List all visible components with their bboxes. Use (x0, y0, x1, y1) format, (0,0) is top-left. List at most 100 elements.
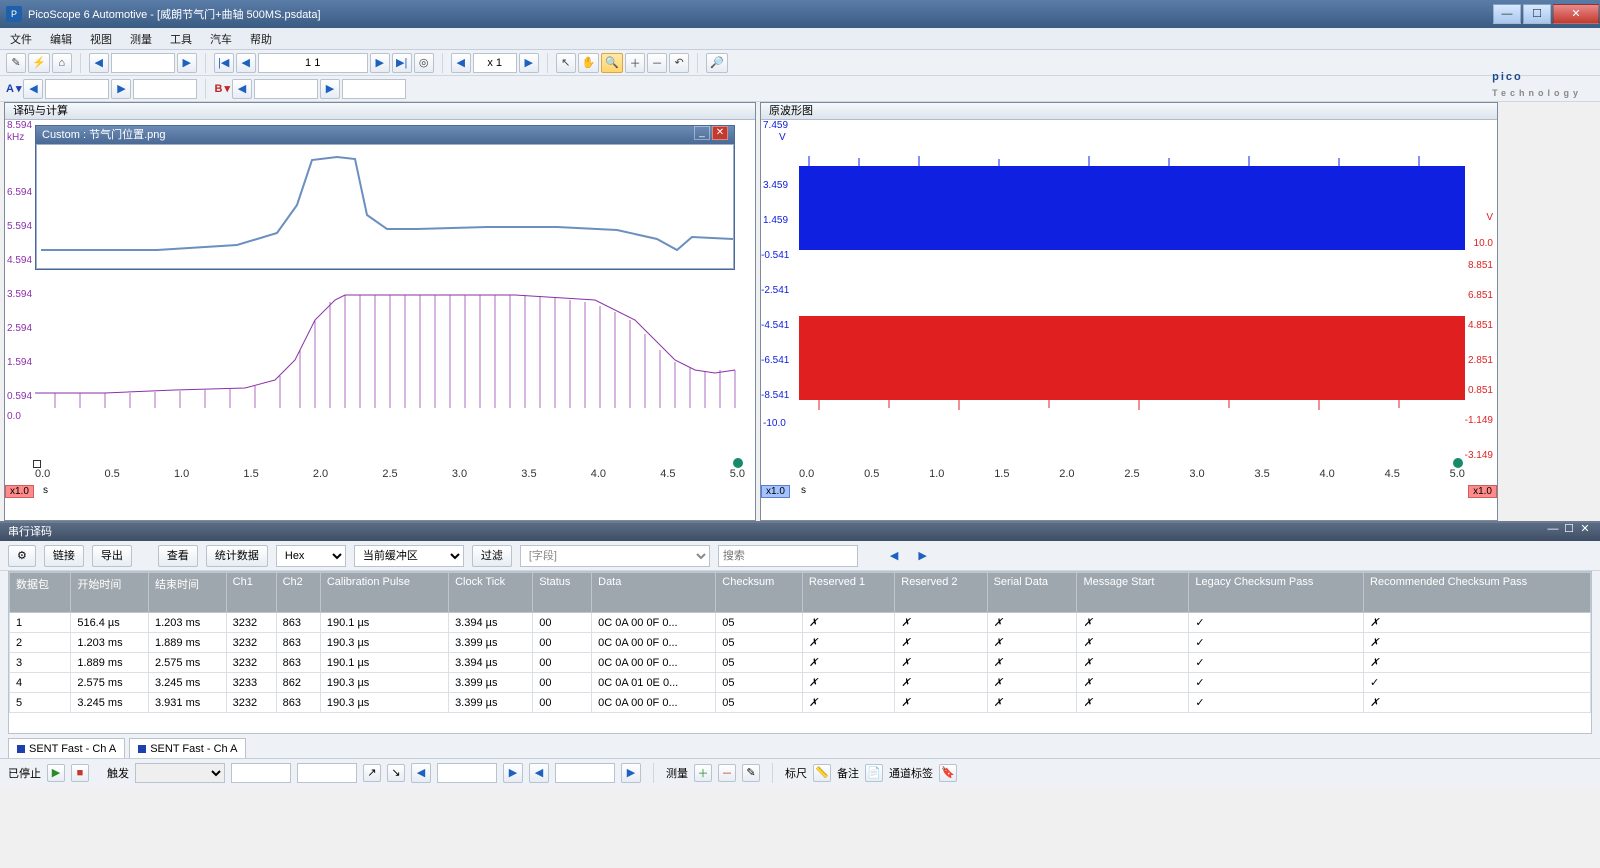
stop-icon[interactable]: ■ (71, 764, 89, 782)
zoom-box-icon[interactable]: 🔍 (601, 53, 623, 73)
raw-plot-area[interactable]: 7.459 V 3.459 1.459 -0.541 -2.541 -4.541… (761, 120, 1497, 520)
panel-max-icon[interactable]: ☐ (1562, 523, 1576, 537)
col-header[interactable]: Clock Tick (449, 573, 533, 613)
maximize-button[interactable]: ☐ (1523, 4, 1551, 24)
target-icon[interactable]: ◎ (414, 53, 434, 73)
nav-prev-icon[interactable]: ◀ (884, 549, 904, 562)
decode-table[interactable]: 数据包开始时间结束时间Ch1Ch2Calibration PulseClock … (8, 571, 1592, 734)
table-row[interactable]: 21.203 ms1.889 ms3232863190.3 µs3.399 µs… (10, 633, 1591, 653)
table-row[interactable]: 31.889 ms2.575 ms3232863190.1 µs3.394 µs… (10, 653, 1591, 673)
dropdown-icon[interactable]: ▾ (16, 82, 22, 95)
trig-prev[interactable]: ◀ (411, 763, 431, 783)
menu-tool[interactable]: 工具 (170, 31, 192, 47)
field-select[interactable]: [字段] (520, 545, 710, 567)
timebase-input[interactable] (111, 53, 175, 73)
search-input[interactable] (718, 545, 858, 567)
col-header[interactable]: Checksum (716, 573, 803, 613)
decode-panel-tab[interactable]: 译码与计算 (5, 103, 755, 120)
edge-fall-icon[interactable]: ↘ (387, 764, 405, 782)
col-header[interactable]: Ch2 (276, 573, 320, 613)
col-header[interactable]: Message Start (1077, 573, 1189, 613)
run-icon[interactable]: ▶ (47, 764, 65, 782)
home-icon[interactable]: ⌂ (52, 53, 72, 73)
zoom-in-icon[interactable]: ＋ (625, 53, 645, 73)
page-next[interactable]: ▶ (370, 53, 390, 73)
chan-a-range[interactable] (45, 79, 109, 99)
start-marker[interactable] (33, 460, 41, 468)
lightning-icon[interactable]: ⚡ (28, 53, 50, 73)
col-header[interactable]: 开始时间 (71, 573, 149, 613)
menu-automotive[interactable]: 汽车 (210, 31, 232, 47)
page-prev[interactable]: ◀ (236, 53, 256, 73)
col-header[interactable]: Reserved 1 (802, 573, 894, 613)
page-input[interactable] (258, 53, 368, 73)
end-marker[interactable] (1453, 458, 1463, 468)
col-header[interactable]: Legacy Checksum Pass (1189, 573, 1364, 613)
stats-button[interactable]: 统计数据 (206, 545, 268, 567)
col-header[interactable]: 数据包 (10, 573, 71, 613)
table-row[interactable]: 53.245 ms3.931 ms3232863190.3 µs3.399 µs… (10, 693, 1591, 713)
trigger-field2[interactable] (297, 763, 357, 783)
col-header[interactable]: Ch1 (226, 573, 276, 613)
chan-a-coupling[interactable] (133, 79, 197, 99)
ruler-icon[interactable]: 📏 (813, 764, 831, 782)
panel-close-icon[interactable]: ✕ (1578, 523, 1592, 537)
notes-icon[interactable]: 📄 (865, 764, 883, 782)
zoom-next[interactable]: ▶ (519, 53, 539, 73)
tab-sent-a[interactable]: SENT Fast - Ch A (8, 738, 125, 758)
menu-edit[interactable]: 编辑 (50, 31, 72, 47)
nav-next-icon[interactable]: ▶ (912, 549, 932, 562)
inset-close[interactable]: ✕ (712, 126, 728, 140)
format-select[interactable]: Hex (276, 545, 346, 567)
measure-add-icon[interactable]: ＋ (694, 764, 712, 782)
menu-measure[interactable]: 测量 (130, 31, 152, 47)
undo-zoom-icon[interactable]: ↶ (669, 53, 689, 73)
end-marker[interactable] (733, 458, 743, 468)
table-row[interactable]: 42.575 ms3.245 ms3233862190.3 µs3.399 µs… (10, 673, 1591, 693)
col-header[interactable]: Data (592, 573, 716, 613)
measure-del-icon[interactable]: － (718, 764, 736, 782)
trig-val[interactable] (437, 763, 497, 783)
filter-button[interactable]: 过滤 (472, 545, 512, 567)
channel-b-label[interactable]: B (214, 83, 222, 95)
inset-minimize[interactable]: _ (694, 126, 710, 140)
hand-pan-icon[interactable]: ✋ (578, 53, 600, 73)
export-button[interactable]: 导出 (92, 545, 132, 567)
col-header[interactable]: Status (533, 573, 592, 613)
wand-icon[interactable]: ✎ (6, 53, 26, 73)
col-header[interactable]: Calibration Pulse (320, 573, 448, 613)
menu-view[interactable]: 视图 (90, 31, 112, 47)
trigger-select[interactable] (135, 763, 225, 783)
col-header[interactable]: Reserved 2 (895, 573, 987, 613)
link-button[interactable]: 链接 (44, 545, 84, 567)
zoom-prev[interactable]: ◀ (451, 53, 471, 73)
dropdown-icon[interactable]: ▾ (224, 82, 230, 95)
nav-first[interactable]: ◀ (89, 53, 109, 73)
trig-next2[interactable]: ▶ (621, 763, 641, 783)
col-header[interactable]: 结束时间 (148, 573, 226, 613)
menu-file[interactable]: 文件 (10, 31, 32, 47)
trig-val2[interactable] (555, 763, 615, 783)
page-first[interactable]: |◀ (214, 53, 234, 73)
trig-next[interactable]: ▶ (503, 763, 523, 783)
inset-titlebar[interactable]: Custom : 节气门位置.png _ ✕ (36, 126, 734, 144)
menu-help[interactable]: 帮助 (250, 31, 272, 47)
gear-icon[interactable]: ⚙ (8, 545, 36, 567)
view-button[interactable]: 查看 (158, 545, 198, 567)
table-row[interactable]: 1516.4 µs1.203 ms3232863190.1 µs3.394 µs… (10, 613, 1591, 633)
trigger-field1[interactable] (231, 763, 291, 783)
custom-inset-window[interactable]: Custom : 节气门位置.png _ ✕ (35, 125, 735, 270)
chan-b-range[interactable] (254, 79, 318, 99)
col-header[interactable]: Recommended Checksum Pass (1364, 573, 1591, 613)
serial-title[interactable]: 串行译码 — ☐ ✕ (0, 523, 1600, 541)
nav-next[interactable]: ▶ (177, 53, 197, 73)
trig-prev2[interactable]: ◀ (529, 763, 549, 783)
close-button[interactable]: ✕ (1553, 4, 1599, 24)
buffer-select[interactable]: 当前缓冲区 (354, 545, 464, 567)
pointer-icon[interactable]: ↖ (556, 53, 576, 73)
measure-edit-icon[interactable]: ✎ (742, 764, 760, 782)
channel-a-label[interactable]: A (6, 83, 14, 95)
chan-b-prev[interactable]: ◀ (232, 79, 252, 99)
tab-sent-b[interactable]: SENT Fast - Ch A (129, 738, 246, 758)
chan-a-prev[interactable]: ◀ (23, 79, 43, 99)
